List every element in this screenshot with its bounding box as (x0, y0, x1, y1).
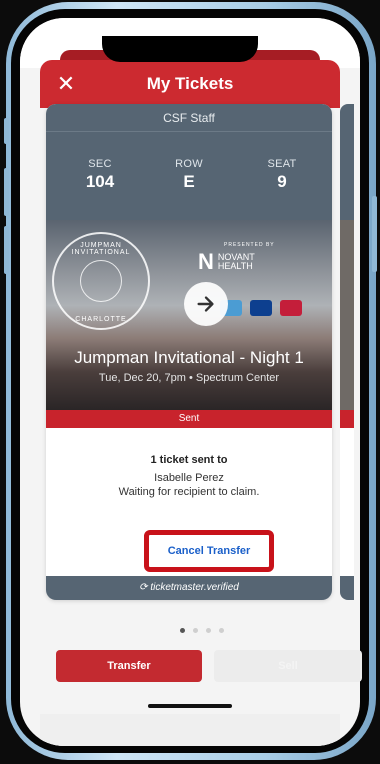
row-label: ROW (175, 158, 203, 170)
logo-inner-ring (80, 260, 122, 302)
logo-text-bottom: CHARLOTTE (75, 316, 127, 323)
power-button (372, 196, 377, 272)
status-badge: Sent (46, 410, 332, 428)
transfer-info-title: 1 ticket sent to (150, 454, 228, 466)
presented-by-text: PRESENTED BY (224, 242, 275, 248)
verified-label: ticketmaster.verified (150, 582, 239, 593)
notch (102, 36, 258, 62)
event-name: Jumpman Invitational - Night 1 (74, 348, 304, 367)
team-logos (220, 300, 302, 316)
close-icon[interactable]: ✕ (54, 72, 78, 96)
volume-up-button (4, 168, 9, 216)
section-column: SEC 104 (80, 158, 120, 192)
mute-switch (4, 118, 9, 144)
arrow-right-icon (197, 296, 214, 312)
event-datetime-venue: Tue, Dec 20, 7pm • Spectrum Center (98, 372, 280, 384)
ticket-seat-panel: CSF Staff SEC 104 ROW E SEAT 9 (46, 104, 332, 220)
next-ticket-status (340, 410, 354, 428)
team-logo-oklahoma (280, 300, 302, 316)
home-indicator[interactable] (148, 704, 232, 708)
ticketmaster-verified-footer: ⟳ ticketmaster.verified (46, 576, 332, 600)
page-title: My Tickets (146, 74, 234, 93)
team-logo-florida (250, 300, 272, 316)
novant-line-2: HEALTH (217, 261, 253, 271)
pager-dot[interactable] (219, 628, 224, 633)
bottom-area (40, 714, 340, 746)
pager-dot[interactable] (193, 628, 198, 633)
row-value: E (183, 172, 195, 191)
pager-dot[interactable] (206, 628, 211, 633)
next-ticket-image (340, 220, 354, 410)
section-label: SEC (88, 158, 112, 170)
seat-label: SEAT (267, 158, 297, 170)
transfer-status-text: Waiting for recipient to claim. (118, 486, 260, 498)
seat-value: 9 (277, 172, 287, 191)
novant-mark: N (198, 249, 214, 274)
next-ticket-card[interactable] (340, 104, 354, 600)
jumpman-invitational-logo: JUMPMAN INVITATIONAL CHARLOTTE (52, 232, 150, 330)
section-value: 104 (85, 172, 115, 191)
cancel-transfer-button[interactable]: Cancel Transfer (156, 540, 262, 562)
pager-dot[interactable] (180, 628, 185, 633)
pager-dots[interactable] (180, 628, 224, 633)
ticket-group-label: CSF Staff (46, 104, 332, 132)
volume-down-button (4, 226, 9, 274)
sell-button[interactable]: Sell (214, 650, 362, 682)
row-column: ROW E (169, 158, 209, 192)
modal-header: ✕ My Tickets (40, 60, 340, 108)
logo-text-top: JUMPMAN INVITATIONAL (71, 242, 131, 256)
ticket-card[interactable]: CSF Staff SEC 104 ROW E SEAT 9 JUMPMAN I… (46, 104, 332, 600)
sponsor-logo: PRESENTED BY N NOVANT HEALTH (198, 242, 275, 274)
novant-health-logo: N NOVANT HEALTH (198, 249, 275, 274)
verified-icon: ⟳ (139, 582, 151, 593)
novant-wordmark: NOVANT HEALTH (218, 253, 255, 271)
seat-column: SEAT 9 (260, 158, 304, 192)
transfer-arrow-icon[interactable] (184, 282, 228, 326)
transfer-button[interactable]: Transfer (56, 650, 202, 682)
next-ticket-body (340, 428, 354, 576)
recipient-name: Isabelle Perez (154, 472, 224, 484)
